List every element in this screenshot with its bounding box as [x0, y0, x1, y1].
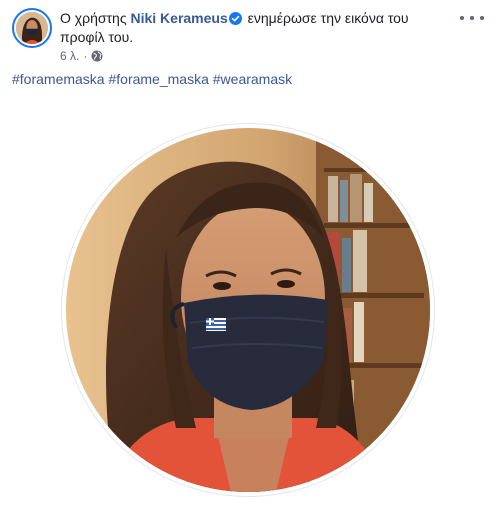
hashtag-link[interactable]: #wearamask — [213, 71, 292, 87]
meta-separator: · — [83, 49, 88, 63]
post-header: Ο χρήστης Niki Kerameus ενημέρωσε την ει… — [12, 8, 484, 63]
verified-badge-icon — [228, 12, 242, 25]
more-dot — [470, 16, 474, 20]
more-dot — [480, 16, 484, 20]
post-timestamp[interactable]: 6 λ. — [60, 48, 79, 64]
headline-prefix: Ο χρήστης — [60, 10, 127, 26]
avatar-image — [16, 12, 48, 44]
hashtag-list: #foramemaska #forame_maska #wearamask — [12, 70, 292, 88]
more-dot — [460, 16, 464, 20]
author-name-link[interactable]: Niki Kerameus — [130, 10, 227, 26]
post-headline: Ο χρήστης Niki Kerameus ενημέρωσε την ει… — [60, 9, 456, 47]
hashtag-link[interactable]: #foramemaska — [12, 71, 105, 87]
globe-icon[interactable] — [91, 50, 103, 62]
author-avatar[interactable] — [12, 8, 52, 48]
more-options-icon[interactable] — [460, 10, 484, 26]
profile-picture — [66, 128, 430, 492]
hashtag-link[interactable]: #forame_maska — [108, 71, 208, 87]
post-meta: 6 λ. · — [60, 48, 103, 64]
profile-picture-frame[interactable] — [62, 124, 434, 496]
